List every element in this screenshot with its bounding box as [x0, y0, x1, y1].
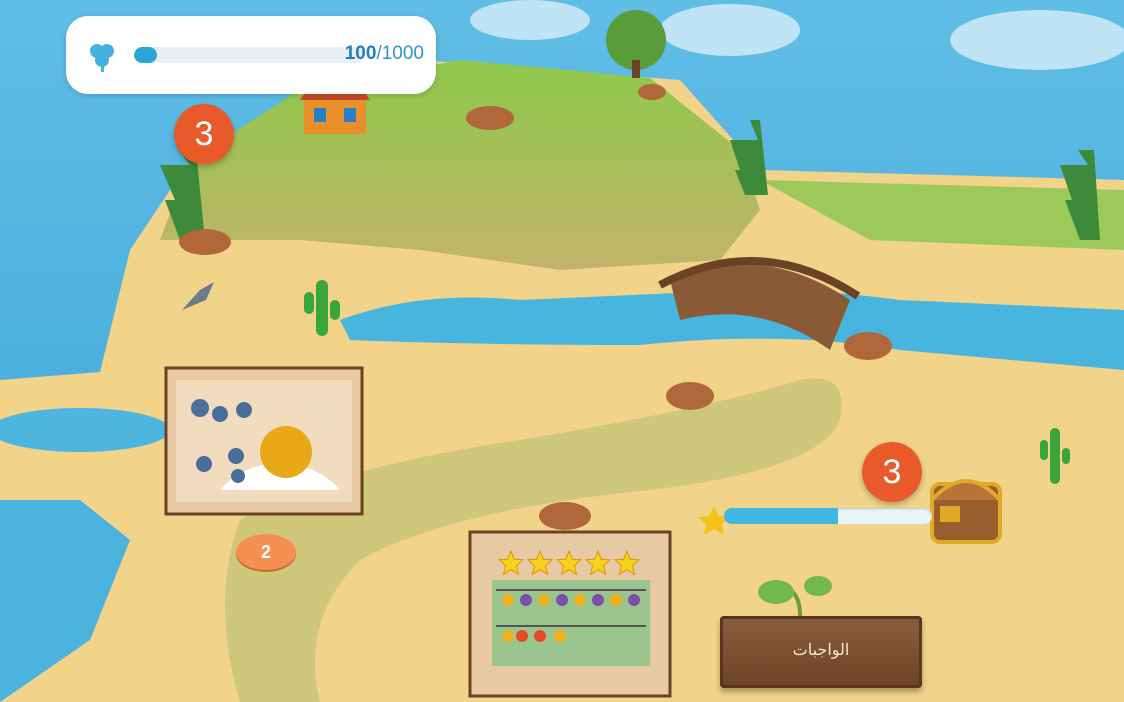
- score-text: 100/1000: [345, 43, 424, 65]
- map-background: [0, 0, 1124, 702]
- clover-icon: [90, 44, 114, 72]
- treasure-chest-icon[interactable]: [930, 479, 1002, 544]
- notification-badge-top[interactable]: 3: [174, 104, 234, 164]
- homework-sign-button[interactable]: الواجبات: [720, 616, 922, 688]
- chest-progress-bar: [724, 508, 932, 524]
- score-total: 1000: [381, 43, 424, 64]
- notification-badge-chest[interactable]: 3: [862, 442, 922, 502]
- score-progress-fill: [134, 47, 157, 63]
- homework-sign-label: الواجبات: [792, 642, 850, 659]
- score-hud: 100/1000: [66, 16, 436, 94]
- star-icon: [526, 549, 554, 576]
- chest-progress-fill: [724, 508, 839, 524]
- star-icon: [584, 549, 612, 576]
- seashell-puzzle-card[interactable]: [164, 366, 364, 516]
- score-current: 100: [344, 43, 377, 64]
- level-number-marker[interactable]: 2: [236, 534, 296, 570]
- card-stars: [497, 549, 648, 578]
- star-icon: [497, 549, 525, 576]
- score-progress-bar: [134, 47, 364, 63]
- star-icon: [555, 549, 583, 576]
- star-icon: [613, 549, 641, 576]
